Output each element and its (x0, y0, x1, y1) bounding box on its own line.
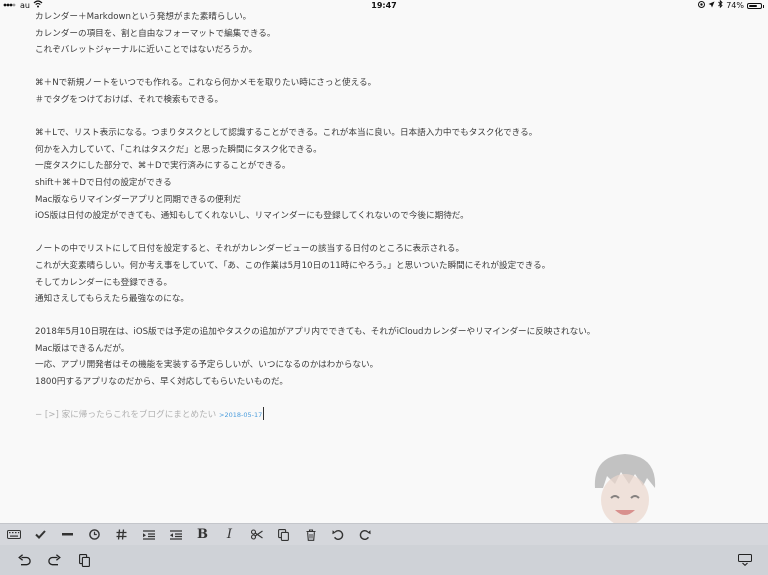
task-date[interactable]: >2018-05-17 (219, 411, 262, 419)
redo-icon[interactable] (351, 524, 378, 545)
note-line: 一度タスクにした部分で、⌘＋Dで実行済みにすることができる。 (35, 161, 291, 172)
note-line (35, 391, 755, 408)
checkmark-icon[interactable] (27, 524, 54, 545)
note-line: ノートの中でリストにして日付を設定すると、それがカレンダービューの該当する日付の… (35, 244, 465, 255)
note-line: 1800円するアプリなのだから、早く対応してもらいたいものだ。 (35, 377, 288, 388)
note-line: Mac版はできるんだが。 (35, 343, 130, 354)
paste-icon[interactable] (69, 545, 99, 575)
note-line: iOS版は日付の設定ができても、通知もしてくれないし、リマインダーにも登録してく… (35, 211, 469, 222)
italic-icon[interactable]: I (216, 524, 243, 545)
note-line: Mac版ならリマインダーアプリと同期できるの便利だ (35, 194, 241, 205)
keyboard-icon[interactable] (0, 524, 27, 545)
note-line: ＃でタグをつけておけば、それで検索もできる。 (35, 94, 224, 105)
note-line (35, 225, 755, 242)
note-line: カレンダー＋Markdownという発想がまた素晴らしい。 (35, 12, 252, 22)
dismiss-keyboard-icon[interactable] (730, 545, 760, 575)
trash-icon[interactable] (297, 524, 324, 545)
indent-icon[interactable] (135, 524, 162, 545)
list-dash-icon[interactable] (54, 524, 81, 545)
formatting-toolbar: B I (0, 523, 768, 545)
keyboard-redo-icon[interactable] (39, 545, 69, 575)
battery-fill (749, 5, 758, 7)
note-line: これぞバレットジャーナルに近いことではないだろうか。 (35, 45, 258, 56)
task-text: − [>] 家に帰ったらこれをブログにまとめたい (35, 410, 217, 421)
note-line: ⌘＋Nで新規ノートをいつでも作れる。これなら何かメモを取りたい時にさっと使える。 (35, 78, 377, 89)
note-line: カレンダーの項目を、割と自由なフォーマットで編集できる。 (35, 28, 276, 39)
note-line (35, 308, 755, 325)
scissors-icon[interactable] (243, 524, 270, 545)
note-line: 2018年5月10日現在は、iOS版では予定の追加やタスクの追加がアプリ内ででき… (35, 327, 596, 338)
note-line: shift＋⌘＋Dで日付の設定ができる (35, 177, 172, 188)
note-line (35, 109, 755, 126)
hashtag-icon[interactable] (108, 524, 135, 545)
note-line: ⌘＋Lで、リスト表示になる。つまりタスクとして認識することができる。これが本当に… (35, 128, 538, 139)
task-line[interactable]: − [>] 家に帰ったらこれをブログにまとめたい >2018-05-17 (35, 407, 755, 424)
clock-icon[interactable] (81, 524, 108, 545)
keyboard-undo-icon[interactable] (9, 545, 39, 575)
note-line: 一応、アプリ開発者はその機能を実装する予定らしいが、いつになるのかはわからない。 (35, 360, 379, 371)
note-line: これが大変素晴らしい。何か考え事をしていて、「あ、この作業は5月10日の11時に… (35, 260, 551, 271)
battery-cap (763, 4, 764, 8)
outdent-icon[interactable] (162, 524, 189, 545)
undo-icon[interactable] (324, 524, 351, 545)
bold-icon[interactable]: B (189, 524, 216, 545)
text-cursor (263, 407, 265, 421)
note-line: 通知さえしてもらえたら最強なのにな。 (35, 294, 190, 305)
note-line: そしてカレンダーにも登録できる。 (35, 277, 173, 288)
note-line: 何かを入力していて、「これはタスクだ」と思った瞬間にタスク化できる。 (35, 144, 322, 155)
note-line (35, 59, 755, 76)
shortcut-bar (0, 545, 768, 575)
copy-icon[interactable] (270, 524, 297, 545)
note-editor[interactable]: カレンダー＋Markdownという発想がまた素晴らしい。カレンダーの項目を、割と… (35, 9, 755, 424)
